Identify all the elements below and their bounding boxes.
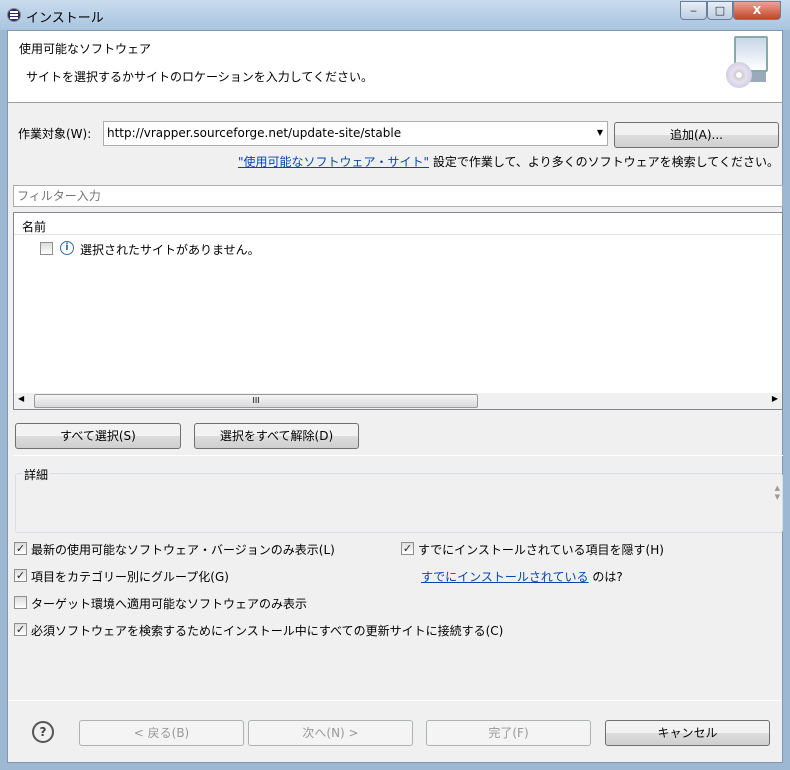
already-installed-suffix: のは? <box>588 570 623 584</box>
page-title: 使用可能なソフトウェア <box>19 42 152 56</box>
tree-header: 名前 <box>14 213 782 235</box>
next-button[interactable]: 次へ(N) > <box>248 720 413 746</box>
details-label: 詳細 <box>22 466 51 483</box>
deselect-all-button[interactable]: 選択をすべて解除(D) <box>194 423 359 449</box>
work-with-combo[interactable]: http://vrapper.sourceforge.net/update-si… <box>103 121 608 146</box>
row-text: 選択されたサイトがありません。 <box>80 243 260 257</box>
install-dialog: 使用可能なソフトウェア サイトを選択するかサイトのロケーションを入力してください… <box>7 30 783 763</box>
window-title: インストール <box>26 11 104 26</box>
scroll-thumb[interactable]: III <box>34 394 478 408</box>
table-row: i 選択されたサイトがありません。 <box>40 240 640 258</box>
scroll-left-icon[interactable]: ◀ <box>18 394 24 403</box>
option-label: 最新の使用可能なソフトウェア・バージョンのみ表示(L) <box>31 543 335 557</box>
footer-divider <box>8 700 782 701</box>
column-header-name[interactable]: 名前 <box>22 218 46 235</box>
chevron-down-icon[interactable]: ▼ <box>597 128 603 137</box>
info-icon: i <box>60 241 74 255</box>
minimize-button[interactable]: ‒ <box>680 1 707 20</box>
software-tree: 名前 i 選択されたサイトがありません。 ◀ III ▶ <box>13 212 783 410</box>
add-site-button[interactable]: 追加(A)... <box>614 122 779 148</box>
install-computer-icon <box>726 36 770 94</box>
option-label: 項目をカテゴリー別にグループ化(G) <box>31 570 229 584</box>
option-label: 必須ソフトウェアを検索するためにインストール中にすべての更新サイトに接続する(C… <box>31 624 504 638</box>
title-bar: インストール ‒ □ X <box>0 0 790 30</box>
available-sites-link[interactable]: "使用可能なソフトウェア・サイト" <box>238 155 429 169</box>
details-scroll-icon[interactable]: ▲ ▼ <box>775 484 780 502</box>
work-with-label: 作業対象(W): <box>18 127 92 141</box>
close-button[interactable]: X <box>733 1 781 20</box>
sites-hint-text: 設定で作業して、より多くのソフトウェアを検索してください。 <box>429 155 779 169</box>
details-group: 詳細 ▲ ▼ <box>15 466 783 533</box>
divider <box>13 455 783 456</box>
dialog-header: 使用可能なソフトウェア サイトを選択するかサイトのロケーションを入力してください… <box>8 31 782 103</box>
already-installed-link[interactable]: すでにインストールされている <box>421 570 589 584</box>
work-with-value: http://vrapper.sourceforge.net/update-si… <box>107 126 402 140</box>
option-label: ターゲット環境へ適用可能なソフトウェアのみ表示 <box>31 597 308 611</box>
maximize-button[interactable]: □ <box>707 1 733 20</box>
horizontal-scrollbar[interactable]: ◀ III ▶ <box>14 393 782 409</box>
scroll-right-icon[interactable]: ▶ <box>772 394 778 403</box>
option-label: すでにインストールされている項目を隠す(H) <box>418 543 664 557</box>
filter-input[interactable] <box>13 185 783 207</box>
eclipse-icon <box>7 8 21 22</box>
back-button[interactable]: < 戻る(B) <box>79 720 244 746</box>
select-all-button[interactable]: すべて選択(S) <box>15 423 181 449</box>
cancel-button[interactable]: キャンセル <box>605 720 770 746</box>
finish-button[interactable]: 完了(F) <box>426 720 591 746</box>
row-checkbox[interactable] <box>40 242 53 255</box>
help-icon[interactable]: ? <box>32 721 54 743</box>
page-description: サイトを選択するかサイトのロケーションを入力してください。 <box>26 70 374 84</box>
